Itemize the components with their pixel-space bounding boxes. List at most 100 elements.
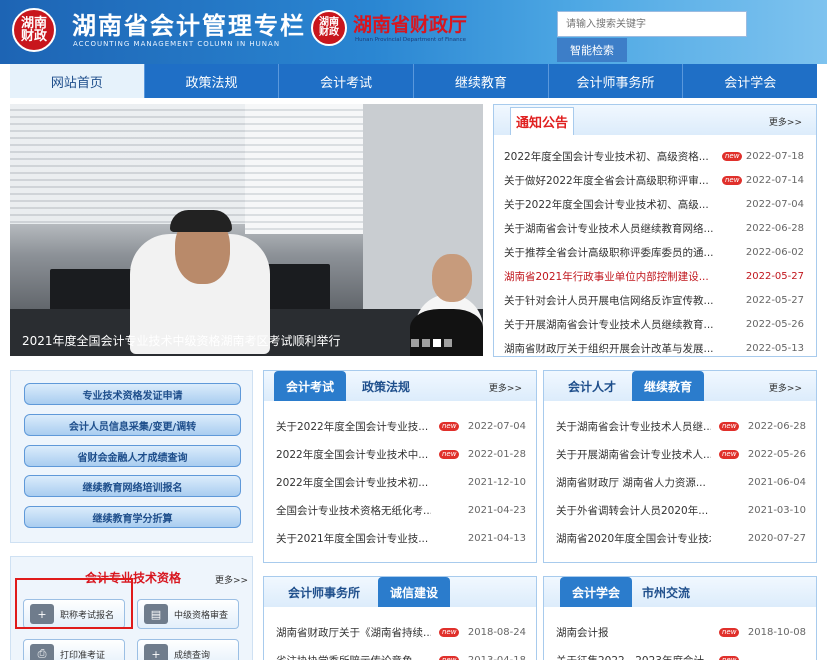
list-item[interactable]: 湖南省财政厅关于《湖南省持续... new 2018-08-24 (276, 619, 526, 647)
list-item-date: 2022-05-27 (745, 295, 804, 306)
list-item-title[interactable]: 关于湖南省会计专业技术人员继... (556, 413, 711, 441)
slider-dot[interactable] (411, 339, 419, 347)
tab-talent[interactable]: 会计人才 (568, 378, 616, 395)
mid-review-button[interactable]: ▤ 中级资格审查 (137, 599, 239, 629)
tab-policy[interactable]: 政策法规 (362, 378, 410, 395)
nav-home[interactable]: 网站首页 (10, 64, 145, 98)
list-item[interactable]: 关于湖南省会计专业技术人员继续教育网络... 2022-06-28 (504, 217, 804, 241)
exam-more-link[interactable]: 更多>> (489, 381, 522, 394)
tab-city[interactable]: 市州交流 (642, 584, 690, 601)
list-item-title[interactable]: 关于2021年度全国会计专业技... (276, 525, 431, 553)
list-item-title[interactable]: 关于开展湖南省会计专业技术人... (556, 441, 711, 469)
list-item-date: 2013-04-18 (468, 647, 526, 660)
nav-exam[interactable]: 会计考试 (279, 64, 415, 98)
slider-dot-active[interactable] (433, 339, 441, 347)
talent-list: 关于湖南省会计专业技术人员继... new 2022-06-28 关于开展湖南省会计专… (556, 413, 806, 553)
cert-apply-button[interactable]: 专业技术资格发证申请 (24, 383, 241, 405)
list-item[interactable]: 2022年度全国会计专业技术中... new 2022-01-28 (276, 441, 526, 469)
list-item[interactable]: 关于做好2022年度全省会计高级职称评审... new 2022-07-14 (504, 169, 804, 193)
list-item[interactable]: 湖南会计报 new 2018-10-08 (556, 619, 806, 647)
list-item-title[interactable]: 关于2022年度全国会计专业技术初、高级... (504, 193, 714, 217)
list-item-title[interactable]: 关于湖南省会计专业技术人员继续教育网络... (504, 217, 714, 241)
list-item-title[interactable]: 关于征集2022—2023年度会计... (556, 647, 711, 660)
list-item-title[interactable]: 2022年度全国会计专业技术初... (276, 469, 431, 497)
list-item-title[interactable]: 湖南省财政厅关于《湖南省持续... (276, 619, 431, 647)
tab-exam[interactable]: 会计考试 (274, 371, 347, 401)
list-item[interactable]: 湖南省2020年度全国会计专业技术... 2020-07-27 (556, 525, 806, 553)
list-item[interactable]: 关于2022年度全国会计专业技... new 2022-07-04 (276, 413, 526, 441)
notice-title[interactable]: 通知公告 (510, 107, 574, 135)
list-item[interactable]: 关于湖南省会计专业技术人员继... new 2022-06-28 (556, 413, 806, 441)
list-item-title[interactable]: 2022年度全国会计专业技术中... (276, 441, 431, 469)
list-item[interactable]: 省注协协党委所赔示传论意角... new 2013-04-18 (276, 647, 526, 660)
talent-score-button[interactable]: 省财会金融人才成绩查询 (24, 445, 241, 467)
list-item[interactable]: 关于开展湖南省会计专业技术人... new 2022-05-26 (556, 441, 806, 469)
list-item-date: 2022-07-04 (467, 421, 526, 432)
site-title[interactable]: 湖南省会计管理专栏 (72, 6, 306, 41)
list-item-title[interactable]: 关于针对会计人员开展电信网络反诈宣传教... (504, 289, 714, 313)
list-item[interactable]: 关于2022年度全国会计专业技术初、高级... 2022-07-04 (504, 193, 804, 217)
list-item-title[interactable]: 湖南省财政厅关于组织开展会计改革与发展... (504, 337, 714, 361)
notice-more-link[interactable]: 更多>> (769, 115, 802, 128)
list-item-title[interactable]: 湖南省财政厅 湖南省人力资源... (556, 469, 711, 497)
list-item-date: 2022-01-28 (467, 449, 526, 460)
slider-dot[interactable] (444, 339, 452, 347)
tab-society[interactable]: 会计学会 (560, 577, 633, 607)
print-admission-button[interactable]: ⎙ 打印准考证 (23, 639, 125, 660)
list-item-title[interactable]: 关于做好2022年度全省会计高级职称评审... (504, 169, 714, 193)
nav-society[interactable]: 会计学会 (683, 64, 817, 98)
qualification-more-link[interactable]: 更多>> (215, 573, 248, 586)
list-item[interactable]: 湖南省财政厅 湖南省人力资源... 2021-06-04 (556, 469, 806, 497)
slider-caption[interactable]: 2021年度全国会计专业技术中级资格湖南考区考试顺利举行 (22, 332, 341, 349)
list-item[interactable]: 关于推荐全省会计高级职称评委库委员的通... 2022-06-02 (504, 241, 804, 265)
new-badge: new (439, 450, 460, 459)
list-item-title[interactable]: 湖南会计报 (556, 619, 711, 647)
tab-education[interactable]: 继续教育 (632, 371, 705, 401)
slider-dots (411, 339, 452, 347)
credit-convert-button[interactable]: 继续教育学分折算 (24, 506, 241, 528)
nav-firms[interactable]: 会计师事务所 (549, 64, 684, 98)
dept-seal-logo[interactable]: 湖南 财政 (311, 10, 347, 46)
list-item-title[interactable]: 关于推荐全省会计高级职称评委库委员的通... (504, 241, 714, 265)
list-item[interactable]: 关于针对会计人员开展电信网络反诈宣传教... 2022-05-27 (504, 289, 804, 313)
nav-education[interactable]: 继续教育 (414, 64, 549, 98)
list-item[interactable]: 关于外省调转会计人员2020年... 2021-03-10 (556, 497, 806, 525)
list-item-title[interactable]: 2022年度全国会计专业技术初、高级资格... (504, 145, 714, 169)
smart-search-button[interactable]: 智能检索 (557, 38, 627, 62)
list-item[interactable]: 关于2021年度全国会计专业技... 2021-04-13 (276, 525, 526, 553)
list-item-title[interactable]: 省注协协党委所赔示传论意角... (276, 647, 431, 660)
finance-seal-logo[interactable]: 湖南 财政 (12, 8, 56, 52)
list-item[interactable]: 2022年度全国会计专业技术初... 2021-12-10 (276, 469, 526, 497)
new-badge: new (439, 422, 460, 431)
list-item-title[interactable]: 关于外省调转会计人员2020年... (556, 497, 711, 525)
list-item[interactable]: 关于征集2022—2023年度会计... new (556, 647, 806, 660)
tab-integrity[interactable]: 诚信建设 (378, 577, 451, 607)
search-input[interactable] (557, 11, 747, 37)
slider-dot[interactable] (422, 339, 430, 347)
score-query-button[interactable]: + 成绩查询 (137, 639, 239, 660)
info-collect-button[interactable]: 会计人员信息采集/变更/调转 (24, 414, 241, 436)
list-item-date: 2022-05-26 (747, 449, 806, 460)
list-item-title[interactable]: 全国会计专业技术资格无纸化考... (276, 497, 431, 525)
list-item-title[interactable]: 湖南省2020年度全国会计专业技术... (556, 525, 711, 553)
list-item[interactable]: 关于开展湖南省会计专业技术人员继续教育... 2022-05-26 (504, 313, 804, 337)
list-item-date: 2018-10-08 (747, 627, 806, 638)
list-item[interactable]: 湖南省财政厅关于组织开展会计改革与发展... 2022-05-13 (504, 337, 804, 361)
print-icon: ⎙ (30, 644, 54, 660)
nav-policy[interactable]: 政策法规 (145, 64, 280, 98)
talent-more-link[interactable]: 更多>> (769, 381, 802, 394)
list-item[interactable]: 湖南省2021年行政事业单位内部控制建设... 2022-05-27 (504, 265, 804, 289)
list-item-title[interactable]: 关于开展湖南省会计专业技术人员继续教育... (504, 313, 714, 337)
main-nav: 网站首页 政策法规 会计考试 继续教育 会计师事务所 会计学会 (10, 64, 817, 98)
site-subtitle: ACCOUNTING MANAGEMENT COLUMN IN HUNAN (73, 40, 281, 48)
list-item-title[interactable]: 关于2022年度全国会计专业技... (276, 413, 431, 441)
list-item[interactable]: 2022年度全国会计专业技术初、高级资格... new 2022-07-18 (504, 145, 804, 169)
highlight-box (15, 578, 133, 629)
list-item-title[interactable]: 湖南省2021年行政事业单位内部控制建设... (504, 265, 714, 289)
list-item-date: 2020-07-27 (747, 533, 806, 544)
tab-firms[interactable]: 会计师事务所 (288, 584, 360, 601)
list-item[interactable]: 全国会计专业技术资格无纸化考... 2021-04-23 (276, 497, 526, 525)
news-slider[interactable] (10, 104, 483, 356)
training-signup-button[interactable]: 继续教育网络培训报名 (24, 475, 241, 497)
dept-name[interactable]: 湖南省财政厅 (353, 10, 467, 37)
